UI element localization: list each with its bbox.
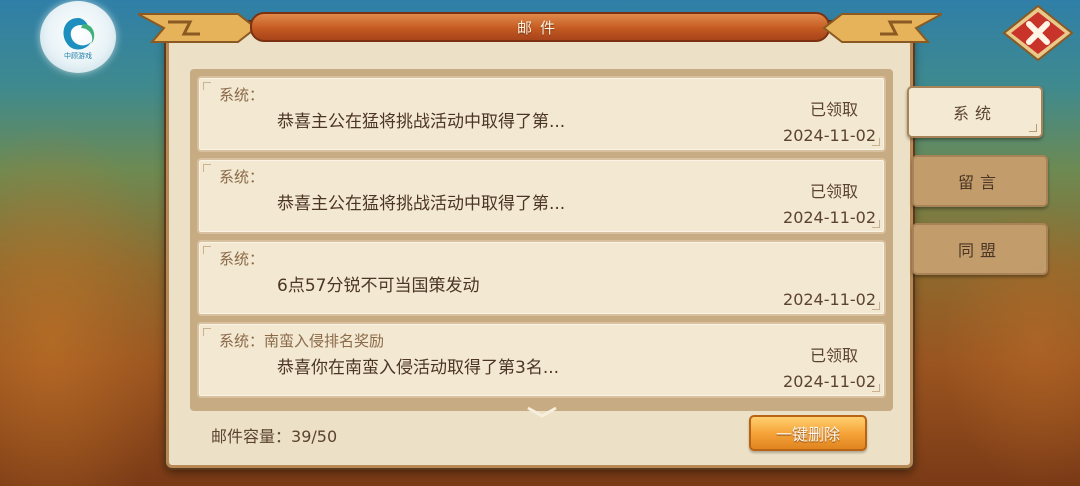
mail-sender: 系统： — [219, 248, 264, 269]
close-button[interactable] — [1002, 4, 1074, 62]
corner-ornament — [203, 164, 211, 172]
title-wing-ornament-right — [822, 13, 942, 43]
mail-status: 已领取 — [809, 100, 858, 119]
corner-ornament — [1034, 193, 1042, 201]
mail-body: 6点57分锐不可当国策发动 — [277, 276, 480, 296]
logo-text: 中顾游戏 — [64, 51, 92, 60]
mail-item[interactable]: 系统： 恭喜主公在猛将挑战活动中取得了第... 已领取 2024-11-02 — [197, 158, 886, 234]
tab-system[interactable]: 系统 — [907, 86, 1043, 138]
tab-label: 同盟 — [957, 241, 1002, 260]
mail-capacity: 邮件容量：39/50 — [211, 423, 337, 447]
capacity-value: 39/50 — [291, 427, 338, 446]
scroll-down-chevron-icon[interactable] — [526, 406, 558, 418]
mail-sender-label: 系统： — [219, 250, 265, 268]
mail-date: 2024-11-02 — [783, 372, 876, 391]
mail-item[interactable]: 系统：南蛮入侵排名奖励 恭喜你在南蛮入侵活动取得了第3名... 已领取 2024… — [197, 322, 886, 398]
tab-alliance[interactable]: 同盟 — [912, 223, 1048, 275]
title-wing-ornament-left — [138, 13, 258, 43]
dialog-title: 邮件 — [516, 18, 563, 37]
corner-ornament — [1034, 261, 1042, 269]
mail-sender: 系统： — [219, 84, 264, 105]
mail-status: 已领取 — [809, 346, 858, 365]
mail-sender: 系统： — [219, 166, 264, 187]
background-glow-left — [0, 120, 170, 486]
mail-body: 恭喜主公在猛将挑战活动中取得了第... — [277, 194, 566, 214]
game-logo: 中顾游戏 — [40, 1, 116, 73]
close-x-icon — [1002, 4, 1074, 62]
mail-item[interactable]: 系统： 恭喜主公在猛将挑战活动中取得了第... 已领取 2024-11-02 — [197, 76, 886, 152]
corner-ornament — [1029, 124, 1037, 132]
mail-status: 已领取 — [809, 182, 858, 201]
corner-ornament — [203, 246, 211, 254]
tab-message[interactable]: 留言 — [912, 155, 1048, 207]
mail-body: 恭喜主公在猛将挑战活动中取得了第... — [277, 112, 566, 132]
title-banner: 邮件 — [250, 12, 830, 42]
mail-date: 2024-11-02 — [783, 290, 876, 309]
mail-list[interactable]: 系统： 恭喜主公在猛将挑战活动中取得了第... 已领取 2024-11-02 系… — [190, 69, 893, 411]
mail-date: 2024-11-02 — [783, 208, 876, 227]
mail-dialog: 系统： 恭喜主公在猛将挑战活动中取得了第... 已领取 2024-11-02 系… — [166, 22, 913, 468]
logo-swirl-icon — [63, 17, 95, 49]
corner-ornament — [203, 82, 211, 90]
capacity-label: 邮件容量： — [211, 427, 292, 446]
tab-label: 系统 — [952, 104, 997, 123]
mail-sender-label: 系统： — [219, 168, 265, 186]
mail-date: 2024-11-02 — [783, 126, 876, 145]
corner-ornament — [203, 328, 211, 336]
mail-subject: 南蛮入侵排名奖励 — [264, 332, 385, 350]
mail-sender-label: 系统： — [219, 86, 265, 104]
mail-body: 恭喜你在南蛮入侵活动取得了第3名... — [277, 358, 560, 378]
mail-item[interactable]: 系统： 6点57分锐不可当国策发动 2024-11-02 — [197, 240, 886, 316]
mail-sender-label: 系统： — [219, 332, 265, 350]
dialog-title-bar: 邮件 — [138, 10, 942, 46]
mail-sender: 系统：南蛮入侵排名奖励 — [219, 330, 384, 351]
delete-all-button[interactable]: 一键删除 — [749, 415, 867, 451]
tab-label: 留言 — [957, 173, 1002, 192]
